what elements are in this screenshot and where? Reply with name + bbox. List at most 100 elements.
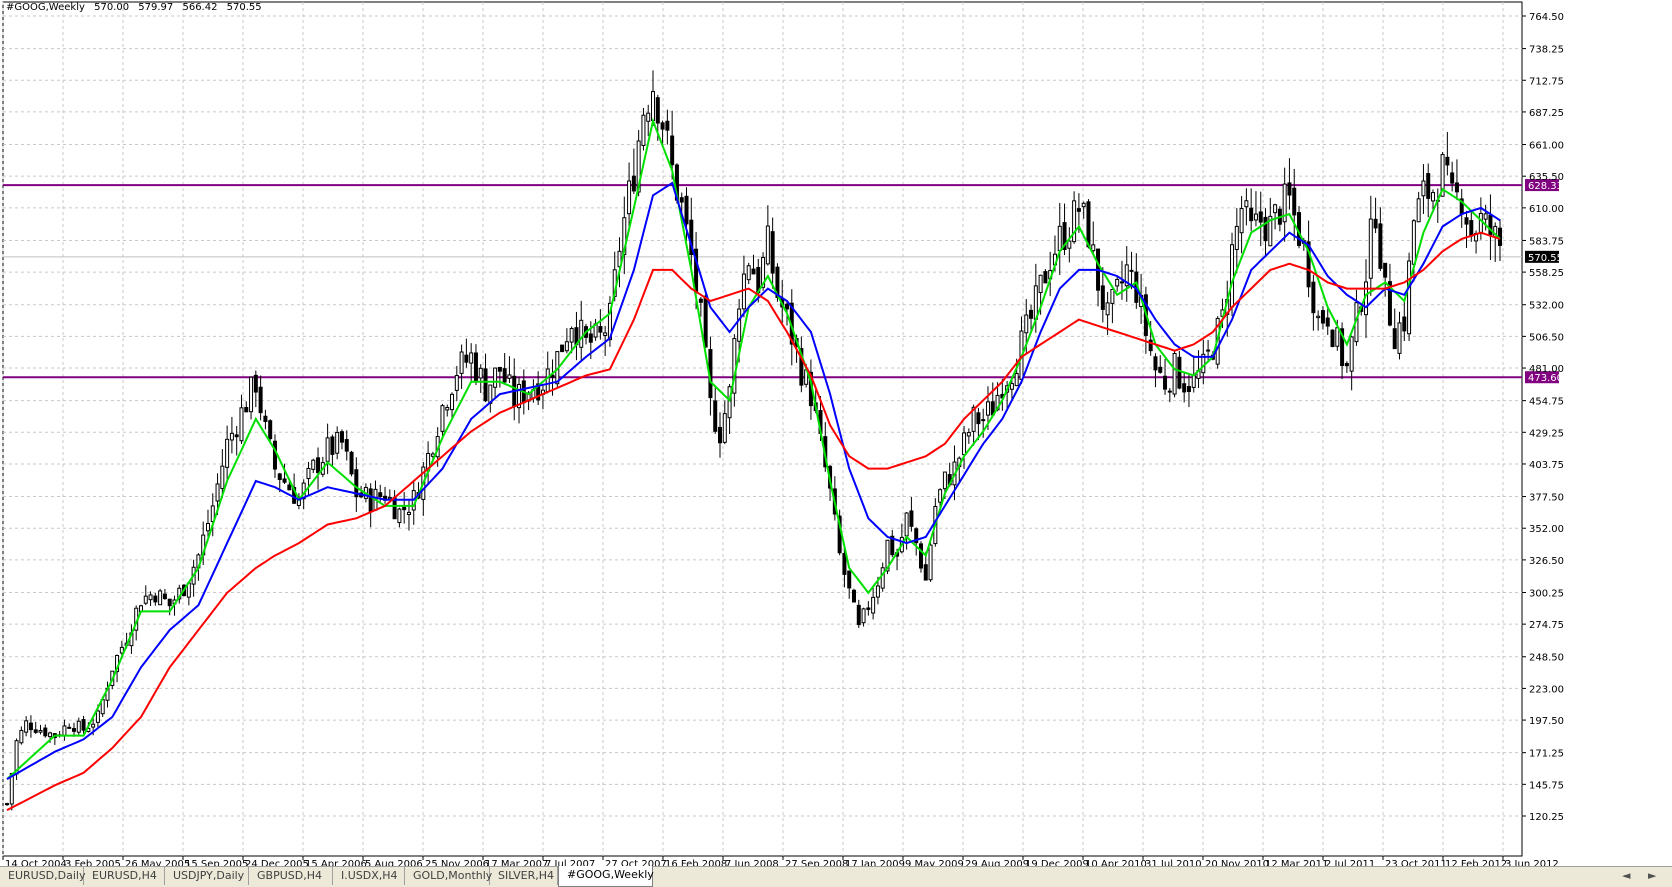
candle-body	[493, 367, 498, 388]
chart-header: #GOOG,Weekly 570.00 579.97 566.42 570.55	[6, 2, 268, 13]
candle-body	[1273, 204, 1278, 214]
candle-body	[1100, 285, 1105, 310]
candle-body	[1249, 207, 1254, 222]
x-tick-label: 9 May 2009	[905, 859, 964, 866]
candle-body	[1182, 383, 1187, 393]
candle-body	[1335, 327, 1340, 347]
moving-average-line	[6, 117, 1501, 780]
moving-average-line	[6, 231, 1501, 811]
tab-scroll-left-icon[interactable]: ◄	[1622, 869, 1630, 882]
y-tick-label: 326.50	[1529, 556, 1564, 567]
candle-body	[454, 375, 459, 391]
x-tick-label: 24 Dec 2005	[245, 859, 309, 866]
chart-tab[interactable]: EURUSD,H4	[84, 867, 165, 885]
candle-body	[406, 511, 411, 515]
candle-body	[655, 97, 660, 124]
candle-body	[985, 401, 990, 416]
symbol-label: #GOOG,Weekly	[6, 2, 85, 13]
candle-body	[1454, 182, 1459, 193]
y-tick-label: 558.25	[1529, 268, 1564, 279]
candle-body	[665, 120, 670, 131]
chart-tab[interactable]: I.USDX,H4	[333, 867, 405, 885]
y-tick-label: 429.25	[1529, 428, 1564, 439]
tab-scroll-right-icon[interactable]: ►	[1648, 869, 1656, 882]
x-tick-label: 5 Aug 2006	[365, 859, 423, 866]
candle-body	[861, 608, 866, 624]
x-tick-label: 12 Feb 2012	[1445, 859, 1507, 866]
chart-window[interactable]: 628.33 473.60 570.55 764.50 738.25 712.75 687…	[0, 0, 1672, 866]
x-tick-label: 19 Dec 2009	[1025, 859, 1089, 866]
chart-tab[interactable]: USDJPY,Daily	[165, 867, 249, 885]
candle-body	[579, 319, 584, 348]
candle-body	[1325, 317, 1330, 327]
candle-body	[856, 604, 861, 626]
candle-body	[38, 729, 43, 733]
plot-frame	[2, 1, 1523, 857]
chart-tab[interactable]: #GOOG,Weekly	[558, 866, 654, 887]
candle-body	[1292, 187, 1297, 216]
candle-body	[1206, 349, 1211, 352]
chart-tab-bar: EURUSD,Daily EURUSD,H4 USDJPY,Daily GBPUSD,…	[0, 866, 1672, 887]
candle-body	[1311, 281, 1316, 314]
y-tick-label: 764.50	[1529, 12, 1564, 23]
candle-body	[942, 471, 947, 490]
candle-body	[588, 333, 593, 343]
x-tick-label: 2 Jul 2011	[1325, 859, 1375, 866]
x-tick-label: 27 Oct 2007	[605, 859, 667, 866]
candle-body	[966, 432, 971, 437]
chart-tab[interactable]: EURUSD,Daily	[0, 867, 85, 885]
candle-body	[1009, 383, 1014, 390]
y-tick-label: 481.00	[1529, 364, 1564, 375]
candle-body	[287, 484, 292, 491]
candle-body	[1431, 192, 1436, 202]
candle-body	[24, 720, 29, 733]
candle-body	[76, 720, 81, 733]
candle-body	[502, 368, 507, 383]
candle-body	[1244, 200, 1249, 208]
candle-body	[1469, 220, 1474, 237]
chart-tab[interactable]: SILVER,H4	[490, 867, 558, 885]
candle-body	[847, 570, 852, 589]
x-tick-label: 15 Sep 2005	[185, 859, 248, 866]
candle-body	[1086, 201, 1091, 248]
candle-body	[162, 593, 167, 600]
x-tick-label: 7 Jul 2007	[545, 859, 595, 866]
candle-body	[651, 91, 656, 122]
candle-body	[205, 522, 210, 532]
candle-body	[1445, 156, 1450, 166]
horizontal-lines[interactable]: 628.33473.60570.55	[3, 179, 1563, 384]
chart-tab[interactable]: GBPUSD,H4	[249, 867, 333, 885]
candle-body	[153, 595, 158, 603]
x-tick-label: 10 Apr 2010	[1085, 859, 1147, 866]
candle-body	[316, 457, 321, 474]
candle-body	[1421, 180, 1426, 197]
candle-body	[1177, 356, 1182, 389]
candle-body	[1397, 322, 1402, 354]
y-tick-label: 687.25	[1529, 108, 1564, 119]
candle-body	[679, 197, 684, 203]
candle-body	[569, 328, 574, 343]
y-tick-label: 532.00	[1529, 301, 1564, 312]
candle-body	[1038, 274, 1043, 294]
candle-body	[282, 478, 287, 483]
candle-body	[737, 308, 742, 342]
candle-body	[272, 440, 277, 470]
candle-body	[258, 386, 263, 414]
candle-body	[703, 295, 708, 348]
candle-body	[1407, 260, 1412, 335]
y-tick-label: 197.50	[1529, 716, 1564, 727]
candle-body	[1067, 240, 1072, 249]
candle-body	[545, 368, 550, 392]
low-value: 566.42	[182, 2, 218, 13]
candle-body	[598, 326, 603, 333]
price-chart[interactable]: 628.33473.60570.55 764.50 738.25 712.75 687…	[0, 0, 1672, 866]
candle-body	[28, 722, 33, 731]
candle-body	[1349, 336, 1354, 372]
candle-body	[158, 590, 163, 606]
chart-tab[interactable]: GOLD,Monthly	[405, 867, 492, 885]
candle-body	[1383, 262, 1388, 278]
candle-body	[871, 596, 876, 614]
candle-body	[1416, 198, 1421, 223]
candle-body	[33, 729, 38, 733]
candle-body	[1373, 218, 1378, 229]
